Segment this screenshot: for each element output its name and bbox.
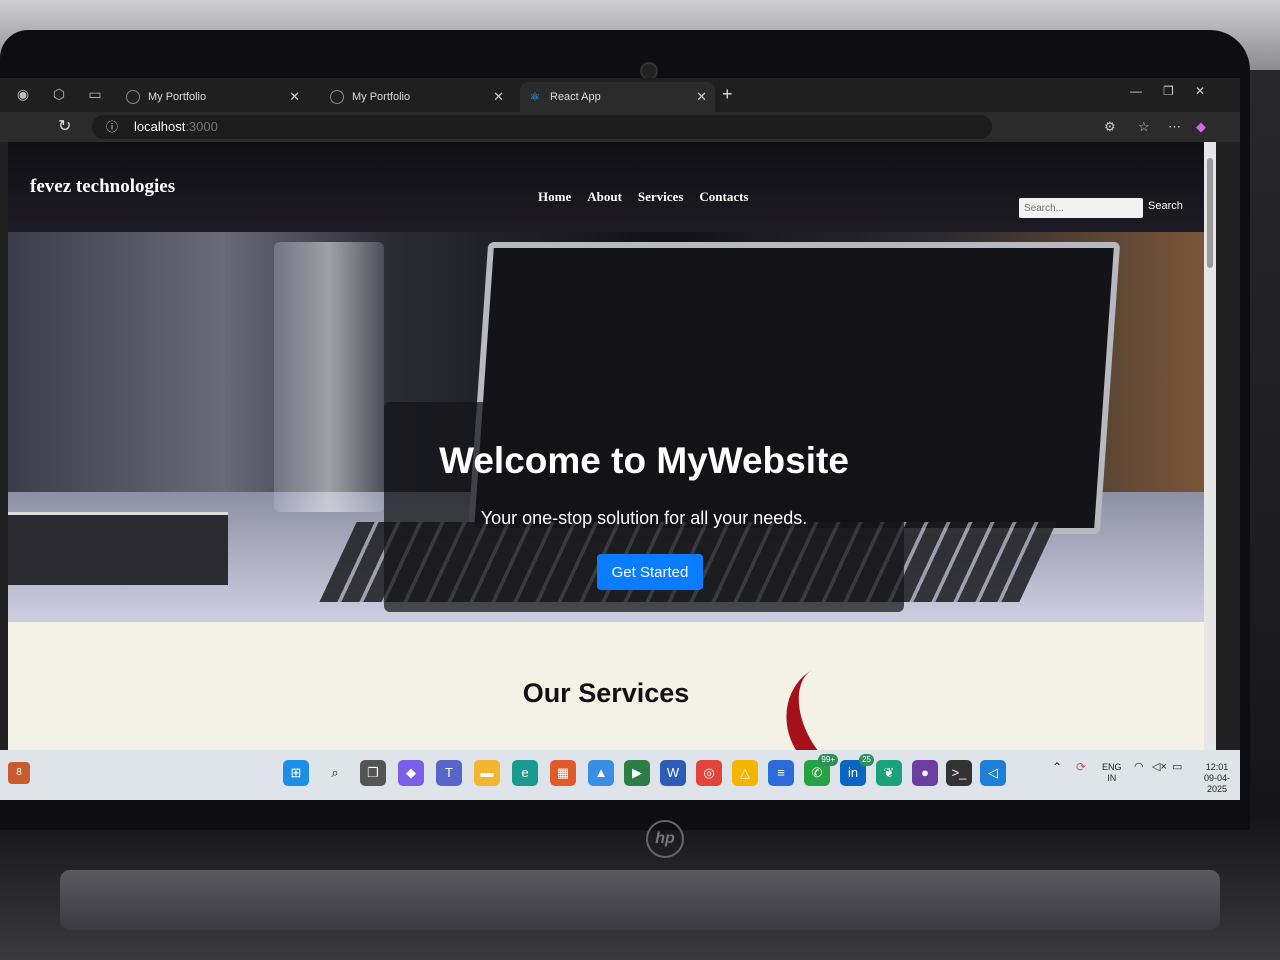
nav-home[interactable]: Home bbox=[538, 189, 571, 205]
laptop-screen: ◉ ⬡ ▭ My Portfolio ✕ My Portfolio ✕ ⚛ Re… bbox=[0, 78, 1240, 800]
react-icon: ⚛ bbox=[529, 90, 541, 104]
linkedin-badge: 25 bbox=[859, 754, 874, 766]
reload-icon[interactable]: ↻ bbox=[58, 116, 71, 136]
hero-overlay: Welcome to MyWebsite Your one-stop solut… bbox=[384, 402, 904, 612]
tab-my-portfolio-1[interactable]: My Portfolio ✕ bbox=[118, 82, 308, 112]
taskbar: 8 ⊞ ⌕ ❐ ◆ T ▬ e ▦ ▲ ▶ W ◎ △ ≡ ✆ 99+ in 25 … bbox=[0, 750, 1240, 800]
chrome-icon[interactable]: ◎ bbox=[696, 760, 722, 786]
hero-section: Welcome to MyWebsite Your one-stop solut… bbox=[8, 232, 1204, 622]
favorites-icon[interactable]: ☆ bbox=[1138, 119, 1150, 135]
clock[interactable]: 12:01 09-04-2025 bbox=[1194, 762, 1240, 795]
site-info-icon[interactable]: ⓘ bbox=[106, 115, 118, 139]
language-code: ENG bbox=[1102, 762, 1122, 772]
tab-react-app[interactable]: ⚛ React App ✕ bbox=[520, 82, 715, 112]
mongodb-icon[interactable]: ❦ bbox=[876, 760, 902, 786]
globe-icon bbox=[330, 90, 344, 104]
services-title: Our Services bbox=[522, 678, 690, 708]
sync-icon[interactable]: ⟳ bbox=[1076, 761, 1086, 773]
close-icon[interactable]: ✕ bbox=[493, 82, 504, 112]
search-button[interactable]: Search bbox=[1148, 200, 1183, 212]
google-drive-icon[interactable]: △ bbox=[732, 760, 758, 786]
hero-subtitle: Your one-stop solution for all your need… bbox=[480, 508, 808, 528]
copilot-app-icon[interactable]: ◆ bbox=[398, 760, 424, 786]
teams-icon[interactable]: T bbox=[436, 760, 462, 786]
hp-logo: hp bbox=[646, 820, 684, 858]
store-icon[interactable]: ▦ bbox=[550, 760, 576, 786]
new-tab-button[interactable]: + bbox=[722, 84, 733, 105]
chevron-up-icon[interactable]: ⌃ bbox=[1052, 761, 1062, 773]
vscode-icon[interactable]: ◁ bbox=[980, 760, 1006, 786]
terminal-icon[interactable]: >_ bbox=[946, 760, 972, 786]
web-page: fevez technologies Home About Services C… bbox=[8, 142, 1204, 800]
start-icon[interactable]: ⊞ bbox=[283, 760, 309, 786]
nav-links: Home About Services Contacts bbox=[538, 189, 749, 205]
close-icon[interactable]: ✕ bbox=[289, 82, 300, 112]
page-scrollbar[interactable] bbox=[1204, 142, 1216, 800]
more-icon[interactable]: ⋯ bbox=[1168, 119, 1181, 135]
address-bar-row: ↻ ⓘ localhost:3000 ⚙ ☆ ⋯ ◆ bbox=[0, 112, 1240, 142]
clock-time: 12:01 bbox=[1205, 762, 1229, 772]
url-port: :3000 bbox=[185, 119, 218, 134]
url-text: localhost:3000 bbox=[134, 115, 218, 139]
file-explorer-icon[interactable]: ▬ bbox=[474, 760, 500, 786]
search-input[interactable] bbox=[1019, 198, 1143, 218]
github-icon[interactable]: ● bbox=[912, 760, 938, 786]
wifi-icon[interactable]: ◠ bbox=[1134, 762, 1144, 773]
tab-title: React App bbox=[550, 91, 601, 103]
extensions-icon[interactable]: ⚙ bbox=[1104, 119, 1116, 135]
volume-muted-icon[interactable]: ◁× bbox=[1152, 762, 1167, 773]
site-navbar: fevez technologies Home About Services C… bbox=[8, 142, 1204, 232]
nav-contacts[interactable]: Contacts bbox=[699, 189, 748, 205]
laptop-photo: ◉ ⬡ ▭ My Portfolio ✕ My Portfolio ✕ ⚛ Re… bbox=[0, 0, 1280, 960]
get-started-button[interactable]: Get Started bbox=[597, 554, 703, 590]
hero-notebook-image bbox=[8, 512, 228, 585]
globe-icon bbox=[126, 90, 140, 104]
whatsapp-badge: 99+ bbox=[818, 754, 838, 766]
language-indicator[interactable]: ENG IN bbox=[1102, 762, 1122, 784]
profile-icon[interactable]: ◉ bbox=[14, 85, 32, 103]
close-window-icon[interactable]: ✕ bbox=[1195, 84, 1205, 98]
battery-icon[interactable]: ▭ bbox=[1172, 762, 1182, 773]
tab-my-portfolio-2[interactable]: My Portfolio ✕ bbox=[322, 82, 512, 112]
tab-title: My Portfolio bbox=[352, 91, 411, 103]
url-host: localhost bbox=[134, 119, 186, 134]
nav-services[interactable]: Services bbox=[638, 189, 683, 205]
laptop-hinge bbox=[60, 870, 1220, 930]
linkedin-icon[interactable]: in 25 bbox=[840, 754, 874, 786]
edge-icon[interactable]: e bbox=[512, 760, 538, 786]
scrollbar-thumb[interactable] bbox=[1207, 158, 1213, 268]
site-brand[interactable]: fevez technologies bbox=[30, 176, 175, 198]
widgets-icon[interactable]: 8 bbox=[8, 762, 30, 784]
hero-title: Welcome to MyWebsite bbox=[439, 440, 849, 481]
task-view-icon[interactable]: ❐ bbox=[360, 760, 386, 786]
tab-strip: ◉ ⬡ ▭ My Portfolio ✕ My Portfolio ✕ ⚛ Re… bbox=[0, 78, 1240, 112]
word-icon[interactable]: W bbox=[660, 760, 686, 786]
whatsapp-icon[interactable]: ✆ 99+ bbox=[804, 754, 838, 786]
tab-title: My Portfolio bbox=[148, 91, 207, 103]
address-bar[interactable]: ⓘ localhost:3000 bbox=[92, 115, 992, 139]
clock-date: 09-04-2025 bbox=[1203, 773, 1230, 794]
copilot-icon[interactable]: ◆ bbox=[1196, 119, 1206, 135]
nav-about[interactable]: About bbox=[587, 189, 622, 205]
meet-icon[interactable]: ▶ bbox=[624, 760, 650, 786]
photos-icon[interactable]: ▲ bbox=[588, 760, 614, 786]
widgets-badge: 8 bbox=[16, 767, 22, 778]
notepad-icon[interactable]: ≡ bbox=[768, 760, 794, 786]
search-icon[interactable]: ⌕ bbox=[322, 760, 348, 786]
restore-icon[interactable]: ❐ bbox=[1163, 84, 1174, 98]
hero-glass-image bbox=[274, 242, 384, 512]
region-code: IN bbox=[1107, 773, 1117, 783]
minimize-icon[interactable]: — bbox=[1130, 84, 1142, 98]
tab-actions-icon[interactable]: ▭ bbox=[86, 85, 104, 103]
workspaces-icon[interactable]: ⬡ bbox=[50, 85, 68, 103]
close-icon[interactable]: ✕ bbox=[696, 82, 707, 112]
